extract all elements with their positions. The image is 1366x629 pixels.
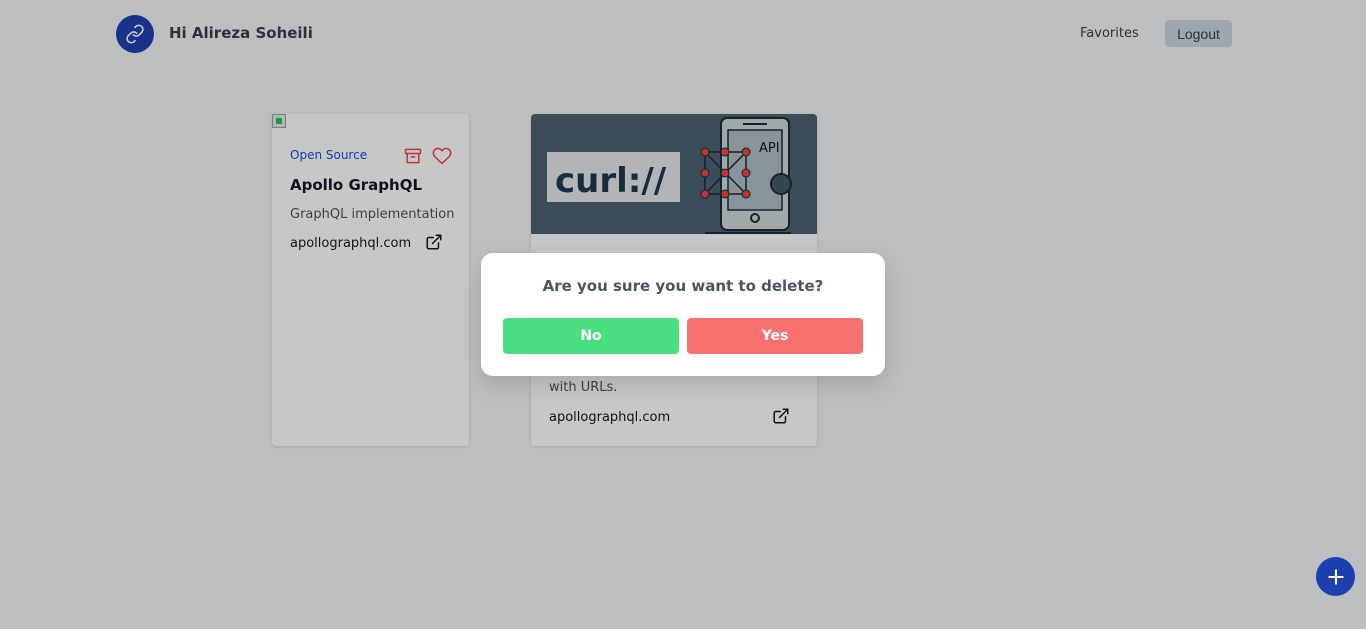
delete-confirm-dialog: Are you sure you want to delete? No Yes: [481, 253, 885, 376]
add-link-button[interactable]: [1316, 557, 1355, 596]
cancel-button[interactable]: No: [503, 318, 679, 354]
dialog-message: Are you sure you want to delete?: [542, 277, 824, 295]
confirm-delete-button[interactable]: Yes: [687, 318, 863, 354]
plus-icon: [1327, 568, 1344, 585]
